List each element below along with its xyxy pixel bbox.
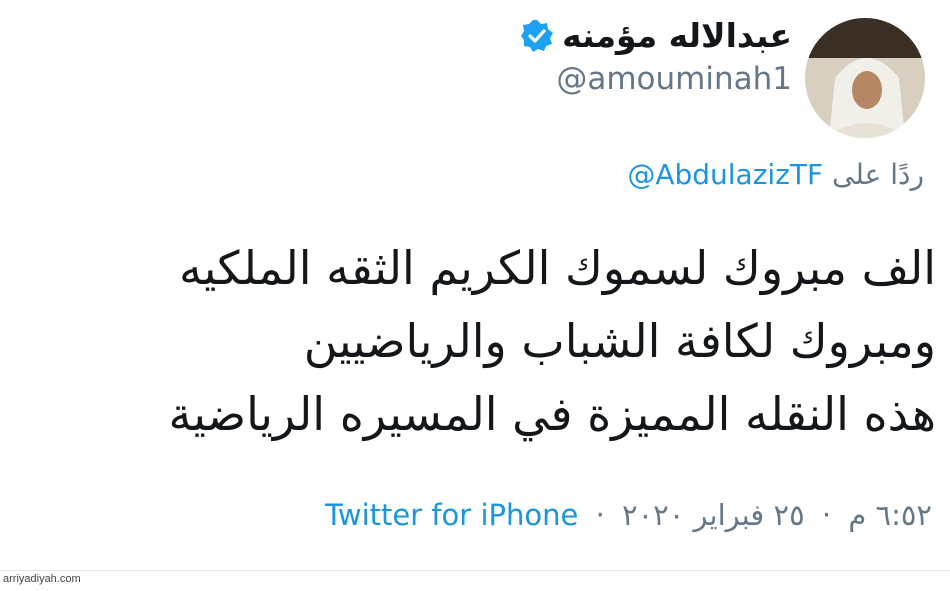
- tweet-time[interactable]: ٦:٥٢ م: [848, 498, 932, 532]
- watermark: arriyadiyah.com: [3, 573, 81, 585]
- reply-context: ردًا على @AbdulazizTF: [627, 158, 924, 191]
- display-name[interactable]: عبدالاله مؤمنه: [562, 16, 792, 55]
- avatar-photo: [805, 18, 925, 138]
- reply-mention-link[interactable]: @AbdulazizTF: [627, 158, 823, 191]
- meta-separator: ·: [821, 498, 832, 532]
- tweet-metadata: ٦:٥٢ م · ٢٥ فبراير ٢٠٢٠ · Twitter for iP…: [325, 498, 932, 532]
- tweet-text: الف مبروك لسموك الكريم الثقه الملكيه ومب…: [0, 232, 936, 451]
- reply-prefix: ردًا على: [832, 158, 924, 191]
- tweet-text-line: ومبروك لكافة الشباب والرياضيين: [303, 314, 936, 368]
- tweet-card: عبدالاله مؤمنه @amouminah1 ردًا على @Abd…: [0, 0, 950, 591]
- tweet-text-line: هذه النقله المميزة في المسيره الرياضية: [168, 387, 936, 441]
- divider: [0, 570, 950, 571]
- user-handle[interactable]: @amouminah1: [520, 61, 792, 97]
- avatar[interactable]: [805, 18, 925, 138]
- verified-badge-icon: [520, 19, 554, 53]
- author-block: عبدالاله مؤمنه @amouminah1: [520, 16, 792, 97]
- tweet-text-line: الف مبروك لسموك الكريم الثقه الملكيه: [178, 241, 936, 295]
- tweet-date[interactable]: ٢٥ فبراير ٢٠٢٠: [622, 498, 805, 532]
- tweet-source-link[interactable]: Twitter for iPhone: [325, 498, 578, 532]
- meta-separator: ·: [595, 498, 605, 532]
